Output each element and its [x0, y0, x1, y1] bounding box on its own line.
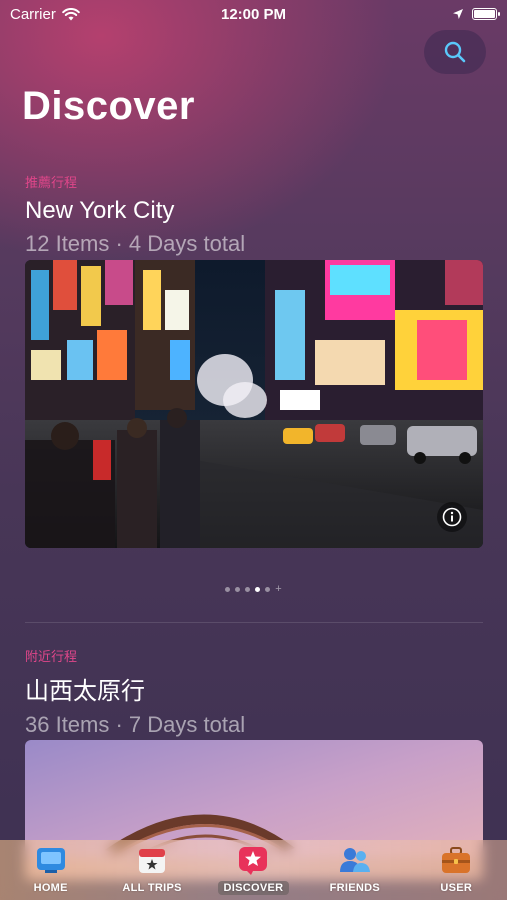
location-arrow-icon — [453, 9, 463, 19]
battery-icon — [472, 8, 500, 20]
search-button[interactable] — [424, 30, 486, 74]
wifi-icon — [62, 7, 80, 20]
trip-section-nearby: 附近行程 山西太原行 36 Items · 7 Days total — [25, 646, 483, 738]
status-bar: Carrier 12:00 PM — [0, 0, 507, 28]
page-dot[interactable] — [245, 587, 251, 592]
trip-name[interactable]: New York City — [25, 197, 483, 225]
tab-all-trips[interactable]: ALL TRIPS — [107, 843, 197, 895]
tab-discover[interactable]: DISCOVER — [208, 843, 298, 895]
status-time: 12:00 PM — [220, 5, 287, 23]
tab-user[interactable]: USER — [411, 843, 501, 895]
trip-meta: 36 Items · 7 Days total — [25, 712, 246, 737]
tab-home[interactable]: HOME — [6, 843, 96, 895]
page-dot[interactable] — [235, 587, 241, 592]
status-left: Carrier — [10, 6, 80, 23]
page-dot-active[interactable] — [255, 587, 261, 592]
status-right — [452, 8, 500, 20]
page-dot[interactable] — [225, 587, 231, 592]
page-dot[interactable] — [265, 587, 271, 592]
section-tag: 附近行程 — [25, 649, 78, 664]
page-indicator[interactable]: + — [0, 584, 507, 595]
trip-card-new-york[interactable] — [25, 260, 483, 548]
add-page-icon[interactable]: + — [275, 584, 281, 595]
friends-icon — [338, 843, 372, 877]
trip-photo — [25, 260, 483, 548]
page-title: Discover — [22, 84, 195, 128]
section-tag: 推薦行程 — [25, 175, 78, 190]
trip-section-recommended: 推薦行程 New York City 12 Items · 4 Days tot… — [25, 172, 483, 257]
briefcase-icon — [439, 843, 473, 877]
tab-label: DISCOVER — [217, 881, 290, 895]
tab-label: FRIENDS — [329, 882, 381, 894]
trip-meta: 12 Items · 4 Days total — [25, 231, 246, 256]
tab-label: ALL TRIPS — [122, 882, 182, 894]
section-divider — [25, 622, 483, 623]
trip-name[interactable]: 山西太原行 — [25, 671, 483, 706]
calendar-icon — [135, 843, 169, 877]
carrier-label: Carrier — [10, 5, 56, 23]
info-button[interactable] — [437, 502, 467, 532]
tab-label: HOME — [33, 882, 68, 894]
tab-bar: HOME ALL TRIPS DISCOVER FRIENDS USER — [0, 840, 507, 900]
star-icon — [236, 843, 270, 877]
tab-label: USER — [440, 882, 473, 894]
search-icon — [444, 41, 466, 63]
info-icon — [442, 507, 462, 527]
home-icon — [34, 843, 68, 877]
tab-friends[interactable]: FRIENDS — [310, 843, 400, 895]
